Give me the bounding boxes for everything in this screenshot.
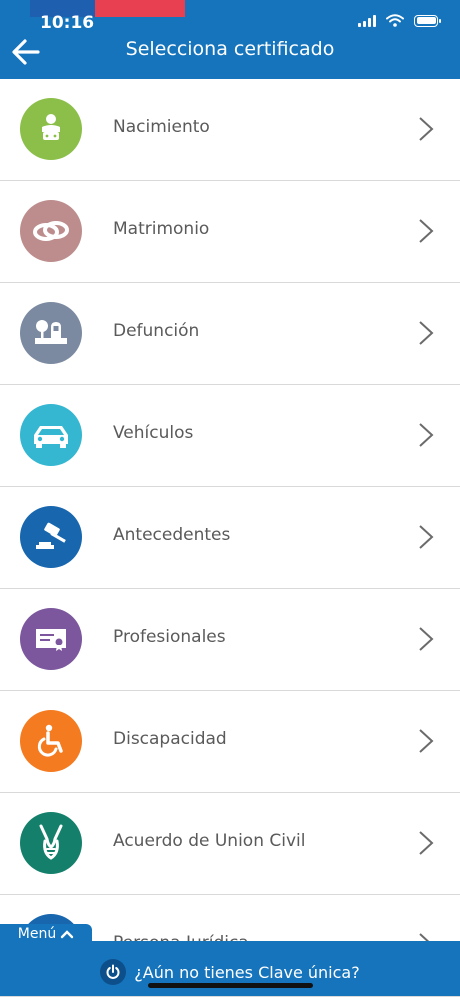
clave-unica-label: ¿Aún no tienes Clave única?	[134, 962, 360, 982]
flag-red-stripe	[95, 0, 185, 17]
chevron-right-icon	[419, 627, 434, 651]
gavel-icon	[20, 506, 82, 568]
signal-icon	[358, 14, 376, 27]
app-header: 10:16 Selecciona certificado	[0, 0, 460, 79]
page-title: Selecciona certificado	[125, 38, 335, 60]
wheelchair-icon	[20, 710, 82, 772]
wifi-icon	[386, 14, 404, 27]
chevron-right-icon	[419, 729, 434, 753]
status-time: 10:16	[40, 13, 95, 33]
baby-icon	[20, 98, 82, 160]
list-item-label: Nacimiento	[113, 117, 210, 137]
list-item-label: Defunción	[113, 321, 200, 341]
menu-label: Menú	[17, 926, 57, 942]
hands-icon	[20, 812, 82, 874]
list-item-acuerdo-union-civil[interactable]: Acuerdo de Union Civil	[0, 793, 460, 895]
tombstone-icon	[20, 302, 82, 364]
list-item-antecedentes[interactable]: Antecedentes	[0, 487, 460, 589]
chevron-right-icon	[419, 525, 434, 549]
list-item-label: Vehículos	[113, 423, 194, 443]
list-item-label: Matrimonio	[113, 219, 210, 239]
list-item-label: Discapacidad	[113, 729, 227, 749]
power-icon	[100, 959, 127, 985]
chevron-right-icon	[419, 321, 434, 345]
list-item-discapacidad[interactable]: Discapacidad	[0, 691, 460, 793]
chevron-right-icon	[419, 423, 434, 447]
chevron-right-icon	[419, 831, 434, 855]
list-item-nacimiento[interactable]: Nacimiento	[0, 79, 460, 181]
list-item-vehiculos[interactable]: Vehículos	[0, 385, 460, 487]
list-item-label: Antecedentes	[113, 525, 231, 545]
home-indicator[interactable]	[148, 983, 313, 988]
certificate-list: Nacimiento Matrimonio Defunción Vehículo…	[0, 79, 460, 997]
chevron-right-icon	[419, 117, 434, 141]
chevron-right-icon	[419, 219, 434, 243]
list-item-defuncion[interactable]: Defunción	[0, 283, 460, 385]
clave-unica-link[interactable]: ¿Aún no tienes Clave única?	[0, 959, 460, 985]
diploma-icon	[20, 608, 82, 670]
battery-icon	[414, 14, 441, 27]
list-item-matrimonio[interactable]: Matrimonio	[0, 181, 460, 283]
list-item-label: Acuerdo de Union Civil	[113, 831, 306, 851]
list-item-label: Profesionales	[113, 627, 226, 647]
car-icon	[20, 404, 82, 466]
chevron-up-icon	[61, 930, 74, 939]
list-item-profesionales[interactable]: Profesionales	[0, 589, 460, 691]
rings-icon	[20, 200, 82, 262]
status-icons	[358, 14, 441, 27]
